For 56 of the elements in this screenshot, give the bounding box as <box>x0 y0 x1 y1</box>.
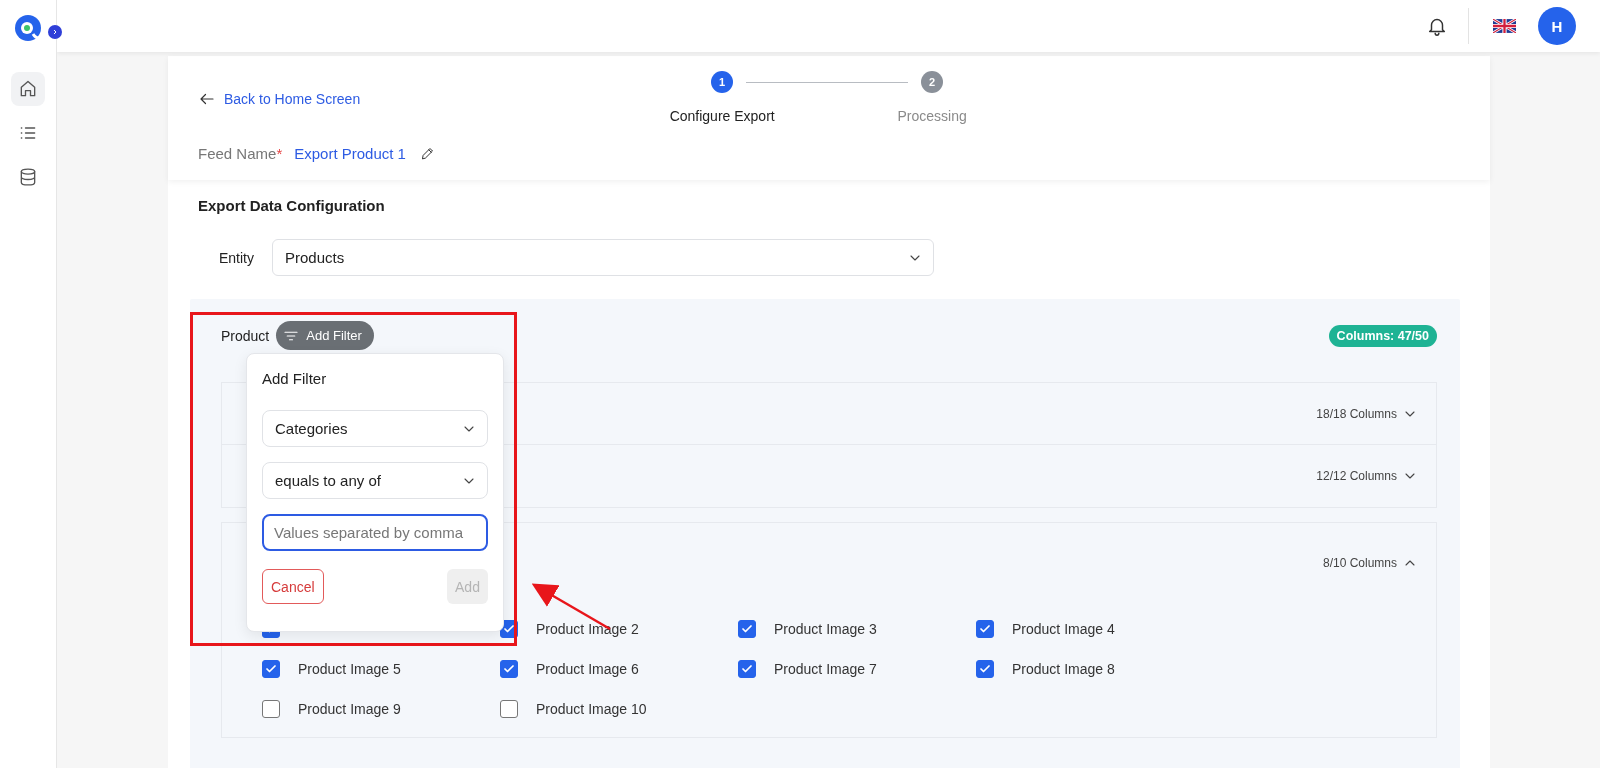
entity-name: Product <box>221 327 270 344</box>
checkbox[interactable] <box>976 620 994 638</box>
sidebar-item[interactable] <box>11 72 45 106</box>
columns-badge: Columns: 47/50 <box>1328 324 1437 347</box>
checkbox-label: Product Image 3 <box>774 621 877 637</box>
section-title: Export Data Configuration <box>198 197 386 214</box>
checkbox[interactable] <box>262 700 280 718</box>
user-avatar[interactable]: H <box>1538 7 1576 45</box>
checkbox-label: Product Image 10 <box>536 701 647 717</box>
step-label: Configure Export <box>669 108 775 124</box>
home-icon <box>18 79 38 99</box>
required-mark: * <box>276 145 283 162</box>
check-icon <box>503 663 515 675</box>
checkbox[interactable] <box>500 700 518 718</box>
popup-title: Add Filter <box>262 370 328 387</box>
check-icon <box>979 663 991 675</box>
check-icon <box>265 663 277 675</box>
check-icon <box>741 663 753 675</box>
feed-name-label: Feed Name <box>198 145 277 162</box>
cancel-button[interactable]: Cancel <box>262 569 324 604</box>
checkbox-label: Product Image 5 <box>298 661 401 677</box>
chevron-right-icon <box>51 28 59 36</box>
edit-button[interactable] <box>419 146 435 161</box>
checkbox-label: Product Image 2 <box>536 621 639 637</box>
flag-icon[interactable] <box>1493 19 1516 33</box>
step-label: Processing <box>897 108 967 124</box>
checkbox[interactable] <box>262 660 280 678</box>
checkbox-label: Product Image 6 <box>536 661 639 677</box>
step-number: 2 <box>921 71 944 93</box>
database-icon <box>18 167 38 187</box>
checkbox-label: Product Image 8 <box>1012 661 1115 677</box>
checkbox-label: Product Image 9 <box>298 701 401 717</box>
step-number: 1 <box>711 71 734 93</box>
column-count-toggle[interactable]: 12/12 Columns <box>1316 468 1418 484</box>
pencil-icon <box>419 146 435 161</box>
entity-label: Entity <box>219 249 254 266</box>
checkbox[interactable] <box>738 660 756 678</box>
check-icon <box>741 623 753 635</box>
feed-name-value: Export Product 1 <box>294 145 406 162</box>
column-count-toggle[interactable]: 18/18 Columns <box>1316 405 1418 422</box>
logo-icon <box>14 14 42 42</box>
expand-sidebar-button[interactable] <box>48 25 62 39</box>
back-link[interactable]: Back to Home Screen <box>198 90 361 108</box>
check-icon <box>503 623 515 635</box>
add-filter-button[interactable]: Add Filter <box>276 321 374 350</box>
checkbox[interactable] <box>738 620 756 638</box>
check-icon <box>979 623 991 635</box>
entity-dropdown[interactable]: Products <box>272 239 934 276</box>
checkbox-label: Product Image 4 <box>1012 621 1115 637</box>
values-input[interactable]: Values separated by comma <box>262 514 488 551</box>
checkbox-label: Product Image 7 <box>774 661 877 677</box>
checkbox[interactable] <box>500 660 518 678</box>
field-dropdown[interactable]: Categories <box>262 410 488 447</box>
operator-dropdown[interactable]: equals to any of <box>262 462 488 499</box>
checkbox[interactable] <box>976 660 994 678</box>
column-count-toggle[interactable]: 8/10 Columns <box>1322 555 1418 571</box>
